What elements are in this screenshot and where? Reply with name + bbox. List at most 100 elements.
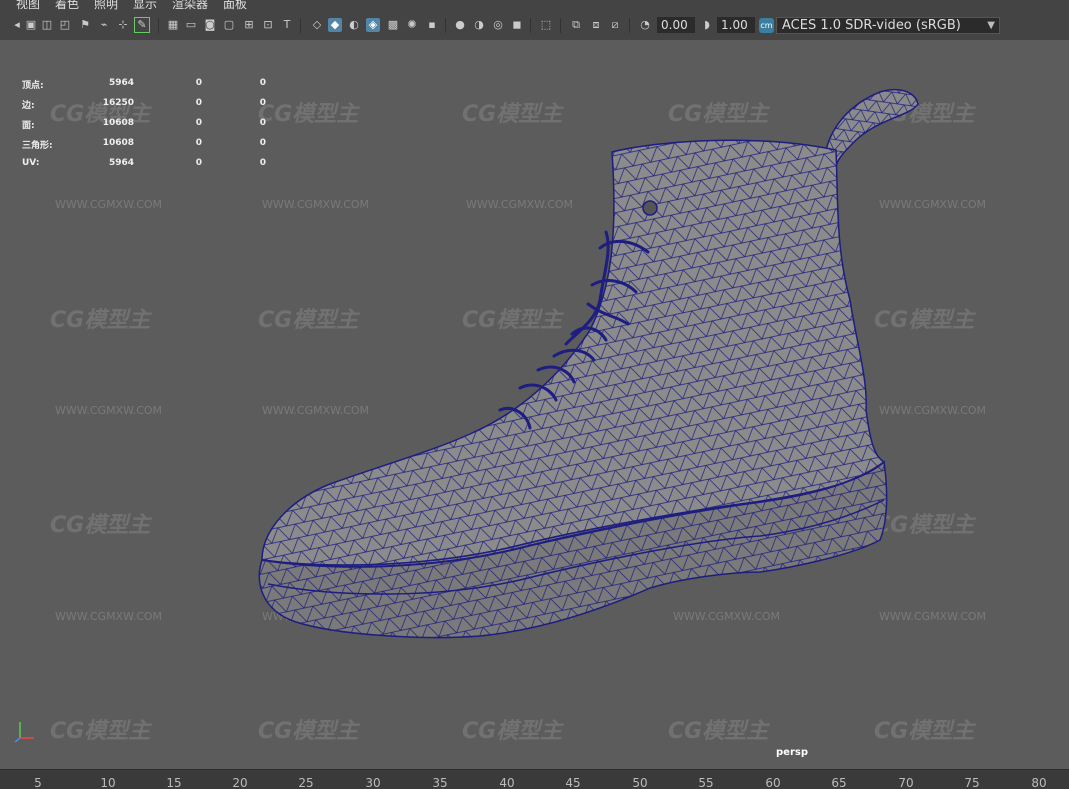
hud-value: 0 <box>259 158 266 168</box>
menu-renderer[interactable]: 渲染器 <box>172 0 208 10</box>
hud-value: 0 <box>195 138 202 148</box>
time-tick: 15 <box>166 776 182 789</box>
shadows-icon[interactable]: ▪ <box>425 18 439 32</box>
safe-action-icon[interactable]: ⊡ <box>261 18 275 32</box>
resolution-gate-icon[interactable]: ◙ <box>203 18 217 32</box>
hud-row-edges: 边: 16250 0 0 <box>22 98 302 118</box>
motion-blur-icon[interactable]: ◑ <box>472 18 486 32</box>
hud-label: 边: <box>22 101 35 111</box>
hud-value: 0 <box>195 158 202 168</box>
film-gate-icon[interactable]: ▭ <box>184 18 198 32</box>
hud-value: 0 <box>259 98 266 108</box>
time-tick: 30 <box>365 776 381 789</box>
textured-icon[interactable]: ▩ <box>386 18 400 32</box>
panel-toolbar: ◂ ▣ ◫ ◰ ⚑ ⌁ ⊹ ✎ ▦ ▭ ◙ ▢ ⊞ ⊡ T ◇ ◆ ◐ ◈ ▩ … <box>0 12 1069 41</box>
hud-value: 5964 <box>108 158 134 168</box>
hud-value: 0 <box>195 118 202 128</box>
lights-icon[interactable]: ✺ <box>405 18 419 32</box>
gamma-field[interactable]: 1.00 <box>717 17 755 33</box>
hud-row-faces: 面: 10608 0 0 <box>22 118 302 138</box>
hud-value: 5964 <box>108 78 134 88</box>
exposure-icon[interactable]: ◔ <box>638 18 652 32</box>
time-tick: 5 <box>34 776 42 789</box>
time-tick: 75 <box>964 776 980 789</box>
time-tick: 10 <box>100 776 116 789</box>
menu-view[interactable]: 视图 <box>16 0 40 10</box>
menu-lighting[interactable]: 照明 <box>94 0 118 10</box>
color-management-dropdown[interactable]: ACES 1.0 SDR-video (sRGB) ▼ <box>776 17 1000 34</box>
colorspace-icon[interactable]: cm <box>759 18 774 33</box>
hud-value: 0 <box>195 78 202 88</box>
time-tick: 80 <box>1031 776 1047 789</box>
hud-value: 0 <box>259 118 266 128</box>
viewport-3d[interactable]: CG模型主 CG模型主 CG模型主 CG模型主 CG模型主 CG模型主 CG模型… <box>0 40 1069 769</box>
camera-label: persp <box>776 747 808 758</box>
gamma-icon[interactable]: ◗ <box>700 18 714 32</box>
axis-gizmo-icon <box>14 722 34 743</box>
bookmarks-icon[interactable]: ◫ <box>40 18 54 32</box>
hud-row-triangles: 三角形: 10608 0 0 <box>22 138 302 158</box>
hud-value: 10608 <box>102 118 134 128</box>
time-tick: 55 <box>698 776 714 789</box>
xray-active-icon[interactable]: ⧈ <box>589 18 603 32</box>
toolbar-divider <box>445 18 446 33</box>
toolbar-divider <box>560 18 561 33</box>
time-tick: 40 <box>499 776 515 789</box>
hud-value: 16250 <box>102 98 134 108</box>
toolbar-divider <box>530 18 531 33</box>
menu-panels[interactable]: 面板 <box>223 0 247 10</box>
time-slider[interactable]: 5 10 15 20 25 30 35 40 45 50 55 60 65 70… <box>0 769 1069 789</box>
xray-icon[interactable]: ⧉ <box>569 18 583 32</box>
time-tick: 60 <box>765 776 781 789</box>
grid-icon[interactable]: ▦ <box>166 18 180 32</box>
time-tick: 65 <box>831 776 847 789</box>
panel-menu-bar: 视图 着色 照明 显示 渲染器 面板 <box>0 0 1069 12</box>
time-tick: 70 <box>898 776 914 789</box>
exposure-field[interactable]: 0.00 <box>657 17 695 33</box>
isolate-select-icon[interactable]: ⬚ <box>539 18 553 32</box>
menu-show[interactable]: 显示 <box>133 0 157 10</box>
hud-value: 10608 <box>102 138 134 148</box>
hud-label: 顶点: <box>22 81 44 91</box>
image-plane-icon[interactable]: ◰ <box>58 18 72 32</box>
grease-pencil-icon[interactable]: ⊹ <box>116 18 130 32</box>
time-tick: 25 <box>298 776 314 789</box>
toolbar-divider <box>629 18 630 33</box>
hud-value: 0 <box>259 78 266 88</box>
safe-title-icon[interactable]: T <box>280 18 294 32</box>
hud-row-uvs: UV: 5964 0 0 <box>22 158 302 178</box>
hud-value: 0 <box>195 98 202 108</box>
heads-up-poly-count: 顶点: 5964 0 0 边: 16250 0 0 面: 10608 0 0 三… <box>22 78 302 178</box>
boot-eyelet <box>642 200 658 216</box>
hud-label: 三角形: <box>22 141 53 151</box>
color-management-label: ACES 1.0 SDR-video (sRGB) <box>782 18 961 33</box>
anti-aliasing-icon[interactable]: ◎ <box>491 18 505 32</box>
2d-pan-zoom-icon[interactable]: ⌁ <box>97 18 111 32</box>
hud-label: 面: <box>22 121 35 131</box>
menu-shading[interactable]: 着色 <box>55 0 79 10</box>
smooth-shade-icon[interactable]: ◆ <box>328 18 342 32</box>
ambient-occlusion-icon[interactable]: ● <box>453 18 467 32</box>
time-tick: 45 <box>565 776 581 789</box>
pencil-tool-icon[interactable]: ✎ <box>134 17 150 33</box>
gate-mask-icon[interactable]: ▢ <box>222 18 236 32</box>
wireframe-icon[interactable]: ◇ <box>310 18 324 32</box>
time-tick: 20 <box>232 776 248 789</box>
chevron-down-icon: ▼ <box>987 20 995 31</box>
wireframe-on-shaded-icon[interactable]: ◈ <box>366 18 380 32</box>
maya-app: 视图 着色 照明 显示 渲染器 面板 ◂ ▣ ◫ ◰ ⚑ ⌁ ⊹ ✎ ▦ ▭ ◙… <box>0 0 1069 789</box>
field-chart-icon[interactable]: ⊞ <box>242 18 256 32</box>
hud-row-vertices: 顶点: 5964 0 0 <box>22 78 302 98</box>
toolbar-divider <box>300 18 301 33</box>
default-material-icon[interactable]: ◐ <box>347 18 361 32</box>
toolbar-divider <box>158 18 159 33</box>
select-camera-icon[interactable]: ◂ <box>10 18 24 32</box>
hud-label: UV: <box>22 158 40 168</box>
camera-attributes-icon[interactable]: ▣ <box>24 18 38 32</box>
hud-value: 0 <box>259 138 266 148</box>
time-tick: 35 <box>432 776 448 789</box>
time-tick: 50 <box>632 776 648 789</box>
xray-joints-icon[interactable]: ⧄ <box>608 18 622 32</box>
bookmark-icon[interactable]: ⚑ <box>78 18 92 32</box>
depth-of-field-icon[interactable]: ◼ <box>510 18 524 32</box>
